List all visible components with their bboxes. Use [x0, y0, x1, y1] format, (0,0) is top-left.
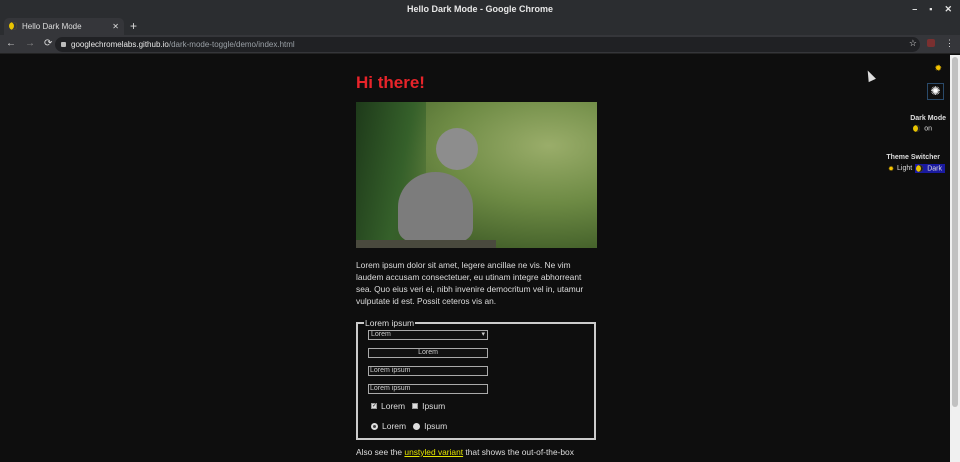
radio-label: Ipsum — [424, 421, 448, 431]
menu-icon[interactable]: ⋮ — [945, 38, 954, 49]
tab-strip: Hello Dark Mode ✕ + — [0, 18, 960, 35]
tab-hello-dark-mode[interactable]: Hello Dark Mode ✕ — [4, 18, 124, 35]
forward-button[interactable]: → — [25, 38, 35, 49]
also-post: that shows the out-of-the-box — [463, 447, 574, 457]
unstyled-variant-link[interactable]: unstyled variant — [404, 447, 463, 457]
lorem-button[interactable]: Lorem — [368, 348, 488, 358]
also-see-text: Also see the unstyled variant that shows… — [356, 447, 598, 457]
moon-icon — [913, 125, 921, 132]
new-tab-button[interactable]: + — [130, 18, 137, 35]
theme-dark-option[interactable]: Dark — [915, 164, 945, 174]
checkbox-ipsum[interactable] — [412, 403, 419, 409]
dark-mode-value: on — [924, 125, 932, 133]
page-content: Hi there! Lorem ipsum dolor sit amet, le… — [0, 55, 950, 462]
lorem-paragraph: Lorem ipsum dolor sit amet, legere ancil… — [356, 260, 584, 306]
theme-light-option[interactable]: Light — [897, 165, 912, 172]
dark-mode-switch[interactable]: on — [913, 125, 932, 132]
back-button[interactable]: ← — [6, 38, 16, 49]
close-window-button[interactable]: ✕ — [944, 0, 952, 18]
text-input-1[interactable]: Lorem ipsum — [368, 366, 488, 376]
sun-icon: ✹ — [888, 165, 895, 173]
kitten-image — [356, 102, 597, 248]
url-path: /dark-mode-toggle/demo/index.html — [168, 40, 295, 49]
sun-icon: ✺ — [930, 84, 941, 98]
text-input-2[interactable]: Lorem ipsum — [368, 384, 488, 394]
page-heading: Hi there! — [356, 73, 425, 92]
radio-lorem[interactable] — [371, 422, 378, 430]
dark-mode-label: Dark Mode — [910, 115, 946, 122]
maximize-button[interactable]: ▪ — [929, 0, 932, 18]
form-legend: Lorem ipsum — [365, 318, 415, 328]
sun-icon[interactable]: ✹ — [934, 63, 942, 74]
page-scrollbar[interactable] — [950, 55, 960, 462]
bookmark-star-icon[interactable]: ☆ — [909, 38, 917, 49]
lock-icon — [61, 42, 66, 47]
lorem-select[interactable]: Lorem — [368, 330, 488, 340]
url-host: googlechromelabs.github.io — [71, 40, 169, 49]
moon-icon — [916, 165, 924, 172]
dark-label: Dark — [927, 165, 942, 173]
checkbox-label: Lorem — [381, 401, 406, 411]
tab-label: Hello Dark Mode — [22, 22, 82, 31]
radio-label: Lorem — [382, 421, 407, 431]
demo-form: Lorem ipsum Lorem Lorem Lorem ipsum Lore… — [356, 318, 596, 440]
minimize-button[interactable]: – — [912, 0, 917, 18]
radio-ipsum[interactable] — [413, 422, 421, 430]
moon-favicon-icon — [9, 22, 17, 30]
scrollbar-thumb[interactable] — [952, 57, 958, 407]
also-pre: Also see the — [356, 447, 405, 457]
browser-toolbar: ← → ⟳ googlechromelabs.github.io/dark-mode… — [0, 35, 960, 54]
theme-switcher-label: Theme Switcher — [886, 154, 940, 161]
extension-icon[interactable] — [927, 39, 935, 47]
checkbox-label: Ipsum — [422, 401, 446, 411]
address-bar[interactable]: googlechromelabs.github.io/dark-mode-tog… — [55, 37, 920, 52]
close-tab-icon[interactable]: ✕ — [112, 18, 119, 35]
window-titlebar: Hello Dark Mode - Google Chrome – ▪ ✕ — [0, 0, 960, 18]
checkbox-lorem[interactable]: ✓ — [371, 403, 377, 409]
window-title: Hello Dark Mode - Google Chrome — [406, 4, 554, 14]
dark-mode-toggle-button[interactable]: ✺ — [927, 83, 944, 100]
reload-button[interactable]: ⟳ — [44, 38, 52, 49]
